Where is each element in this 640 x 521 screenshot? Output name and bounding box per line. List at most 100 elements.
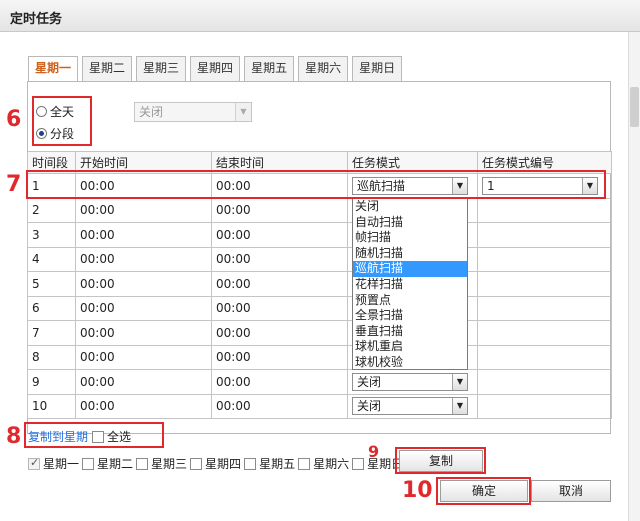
mode-select[interactable]: 关闭 ▼ xyxy=(352,397,468,416)
mode-no-cell xyxy=(477,393,612,419)
scrollbar-thumb[interactable] xyxy=(630,87,639,127)
start-time-cell[interactable]: 00:00 xyxy=(75,246,212,272)
mode-no-select[interactable]: 1 ▼ xyxy=(482,176,598,195)
copy-day-checkbox[interactable] xyxy=(298,457,311,470)
tab-sunday[interactable]: 星期日 xyxy=(352,56,403,81)
weekday-tabs: 星期一 星期二 星期三 星期四 星期五 星期六 星期日 xyxy=(28,56,406,82)
copy-day-wednesday[interactable]: 星期三 xyxy=(136,455,187,472)
copy-day-label: 星期二 xyxy=(97,457,134,471)
copy-day-label: 星期三 xyxy=(151,457,188,471)
tab-wednesday[interactable]: 星期三 xyxy=(136,56,187,81)
chevron-down-icon[interactable]: ▼ xyxy=(452,373,467,390)
copy-day-checkbox[interactable] xyxy=(352,457,365,470)
dropdown-option[interactable]: 帧扫描 xyxy=(353,230,467,246)
end-time-cell[interactable]: 00:00 xyxy=(211,271,348,297)
table-row: 8 00:00 00:00 xyxy=(27,344,612,370)
dropdown-option-selected[interactable]: 巡航扫描 xyxy=(353,261,467,277)
period-cell: 7 xyxy=(27,320,76,346)
end-time-cell[interactable]: 00:00 xyxy=(211,173,348,199)
start-time-cell[interactable]: 00:00 xyxy=(75,393,212,419)
mode-no-cell xyxy=(477,369,612,395)
period-cell: 1 xyxy=(27,173,76,199)
vertical-scrollbar[interactable] xyxy=(628,32,640,521)
end-time-cell[interactable]: 00:00 xyxy=(211,222,348,248)
copy-day-label: 星期五 xyxy=(259,457,296,471)
all-day-option[interactable]: 全天 xyxy=(36,100,74,122)
chevron-down-icon[interactable]: ▼ xyxy=(452,177,467,194)
mode-radio-group: 全天 分段 xyxy=(36,100,74,144)
annotation-number: 9 xyxy=(368,442,380,461)
copy-day-thursday[interactable]: 星期四 xyxy=(190,455,241,472)
period-cell: 9 xyxy=(27,369,76,395)
start-time-cell[interactable]: 00:00 xyxy=(75,369,212,395)
tab-tuesday[interactable]: 星期二 xyxy=(82,56,133,81)
chevron-down-icon[interactable]: ▼ xyxy=(582,177,597,194)
copy-day-checkbox[interactable] xyxy=(244,457,257,470)
mode-select-value: 关闭 xyxy=(357,399,382,414)
period-cell: 3 xyxy=(27,222,76,248)
period-cell: 4 xyxy=(27,246,76,272)
annotation-number: 8 xyxy=(6,424,22,449)
ok-button[interactable]: 确定 xyxy=(440,480,528,502)
cancel-button[interactable]: 取消 xyxy=(531,480,611,502)
select-all-checkbox[interactable] xyxy=(92,430,105,443)
start-time-cell[interactable]: 00:00 xyxy=(75,222,212,248)
chevron-down-icon: ▼ xyxy=(235,103,251,121)
dropdown-option[interactable]: 垂直扫描 xyxy=(353,324,467,340)
table-row: 2 00:00 00:00 xyxy=(27,197,612,223)
copy-button[interactable]: 复制 xyxy=(399,450,483,472)
mode-no-cell xyxy=(477,320,612,346)
page-title: 定时任务 xyxy=(10,12,63,27)
segmented-option[interactable]: 分段 xyxy=(36,122,74,144)
copy-to-week-link[interactable]: 复制到星期 xyxy=(28,428,88,445)
copy-day-checkbox[interactable] xyxy=(82,457,95,470)
table-row: 3 00:00 00:00 xyxy=(27,222,612,248)
start-time-cell[interactable]: 00:00 xyxy=(75,344,212,370)
end-time-cell[interactable]: 00:00 xyxy=(211,393,348,419)
start-time-cell[interactable]: 00:00 xyxy=(75,197,212,223)
start-time-cell[interactable]: 00:00 xyxy=(75,320,212,346)
mode-select[interactable]: 关闭 ▼ xyxy=(352,372,468,391)
copy-day-friday[interactable]: 星期五 xyxy=(244,455,295,472)
all-day-radio[interactable] xyxy=(36,105,47,117)
end-time-cell[interactable]: 00:00 xyxy=(211,344,348,370)
copy-day-monday[interactable]: 星期一 xyxy=(28,455,79,472)
column-header-mode-no: 任务模式编号 xyxy=(477,151,612,174)
chevron-down-icon[interactable]: ▼ xyxy=(452,398,467,415)
column-header-end: 结束时间 xyxy=(211,151,348,174)
end-time-cell[interactable]: 00:00 xyxy=(211,295,348,321)
start-time-cell[interactable]: 00:00 xyxy=(75,295,212,321)
mode-select[interactable]: 巡航扫描 ▼ xyxy=(352,176,468,195)
dropdown-option[interactable]: 花样扫描 xyxy=(353,277,467,293)
end-time-cell[interactable]: 00:00 xyxy=(211,246,348,272)
mode-dropdown-list: 关闭 自动扫描 帧扫描 随机扫描 巡航扫描 花样扫描 预置点 全景扫描 垂直扫描… xyxy=(352,198,468,370)
dropdown-option[interactable]: 随机扫描 xyxy=(353,246,467,262)
dropdown-option[interactable]: 全景扫描 xyxy=(353,308,467,324)
copy-day-saturday[interactable]: 星期六 xyxy=(298,455,349,472)
end-time-cell[interactable]: 00:00 xyxy=(211,369,348,395)
dropdown-option[interactable]: 预置点 xyxy=(353,293,467,309)
tab-saturday[interactable]: 星期六 xyxy=(298,56,349,81)
mode-no-cell: 1 ▼ xyxy=(477,173,612,199)
tab-friday[interactable]: 星期五 xyxy=(244,56,295,81)
dropdown-option[interactable]: 自动扫描 xyxy=(353,215,467,231)
dropdown-option[interactable]: 球机校验 xyxy=(353,355,467,369)
segmented-radio[interactable] xyxy=(36,127,47,139)
column-header-period: 时间段 xyxy=(27,151,76,174)
mode-no-cell xyxy=(477,344,612,370)
copy-day-tuesday[interactable]: 星期二 xyxy=(82,455,133,472)
end-time-cell[interactable]: 00:00 xyxy=(211,197,348,223)
tab-thursday[interactable]: 星期四 xyxy=(190,56,241,81)
end-time-cell[interactable]: 00:00 xyxy=(211,320,348,346)
dropdown-option[interactable]: 球机重启 xyxy=(353,339,467,355)
start-time-cell[interactable]: 00:00 xyxy=(75,173,212,199)
table-row: 6 00:00 00:00 xyxy=(27,295,612,321)
copy-day-checkbox[interactable] xyxy=(136,457,149,470)
copy-day-checkbox[interactable] xyxy=(190,457,203,470)
dropdown-option[interactable]: 关闭 xyxy=(353,199,467,215)
annotation-number: 6 xyxy=(6,107,22,132)
tab-monday[interactable]: 星期一 xyxy=(28,56,79,82)
column-header-mode: 任务模式 xyxy=(347,151,478,174)
start-time-cell[interactable]: 00:00 xyxy=(75,271,212,297)
table-row: 5 00:00 00:00 xyxy=(27,271,612,297)
